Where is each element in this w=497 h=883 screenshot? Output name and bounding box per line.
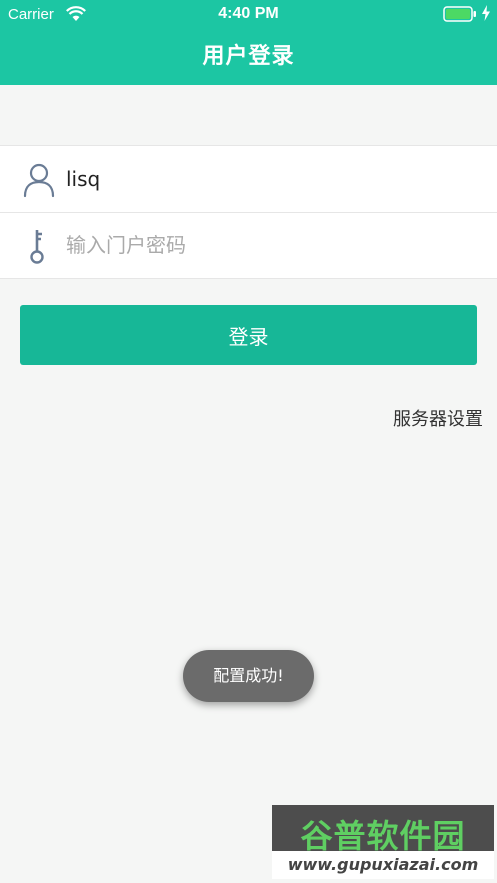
status-time: 4:40 PM	[218, 5, 279, 22]
key-icon	[30, 230, 44, 264]
app-header: Carrier 4:40 PM 用户登录	[0, 0, 497, 85]
watermark-url: www.gupuxiazai.com	[272, 851, 494, 879]
username-input[interactable]	[66, 162, 476, 196]
login-form	[0, 145, 497, 279]
status-bar: Carrier 4:40 PM	[0, 0, 497, 30]
battery-icon	[443, 6, 476, 22]
watermark: 谷普软件园 www.gupuxiazai.com	[272, 805, 494, 879]
page-title: 用户登录	[202, 44, 295, 69]
user-icon	[23, 163, 55, 198]
server-settings-link[interactable]: 服务器设置	[393, 405, 483, 431]
password-input[interactable]	[66, 228, 476, 262]
login-button[interactable]: 登录	[20, 305, 477, 365]
password-row	[0, 212, 497, 278]
username-row	[0, 146, 497, 213]
charging-bolt-icon	[482, 5, 490, 21]
toast-message: 配置成功!	[183, 650, 314, 702]
